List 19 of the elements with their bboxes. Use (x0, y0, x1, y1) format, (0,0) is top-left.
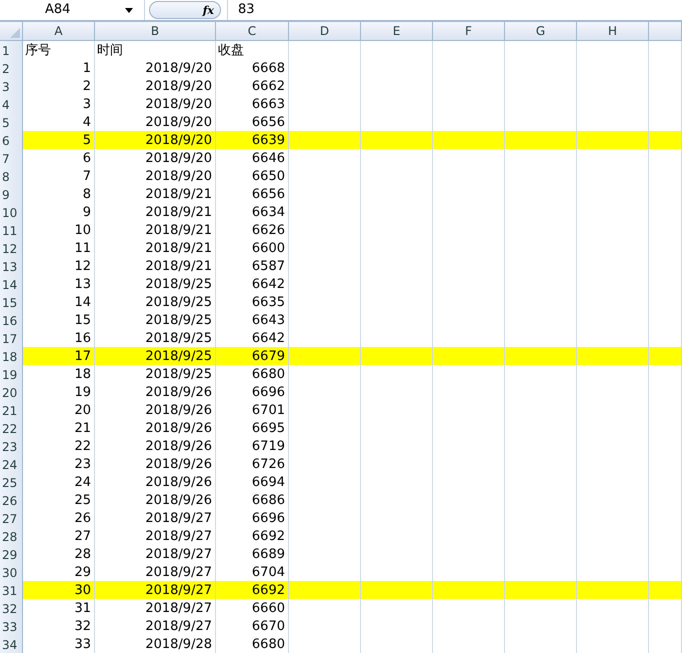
table-cell: 2018/9/28 (95, 635, 216, 653)
dropdown-caret-icon[interactable] (125, 8, 133, 12)
function-icon: fx (202, 4, 214, 16)
column-header[interactable]: D (289, 22, 361, 40)
column-header[interactable]: F (433, 22, 505, 40)
column-header[interactable]: G (505, 22, 577, 40)
cell-reference: A84 (45, 1, 72, 20)
name-box[interactable]: A84 (0, 0, 145, 20)
table-cell: 33 (23, 635, 95, 653)
row-header[interactable]: 34 (0, 635, 23, 653)
formula-button[interactable]: fx (149, 1, 221, 19)
column-header[interactable]: H (577, 22, 649, 40)
column-header[interactable]: A (23, 22, 95, 40)
formula-field[interactable]: 83 (227, 0, 682, 20)
column-header[interactable]: E (361, 22, 433, 40)
formula-value: 83 (238, 1, 255, 20)
column-header[interactable]: B (95, 22, 216, 40)
column-header[interactable]: C (216, 22, 289, 40)
table-cell: 6680 (216, 635, 289, 653)
